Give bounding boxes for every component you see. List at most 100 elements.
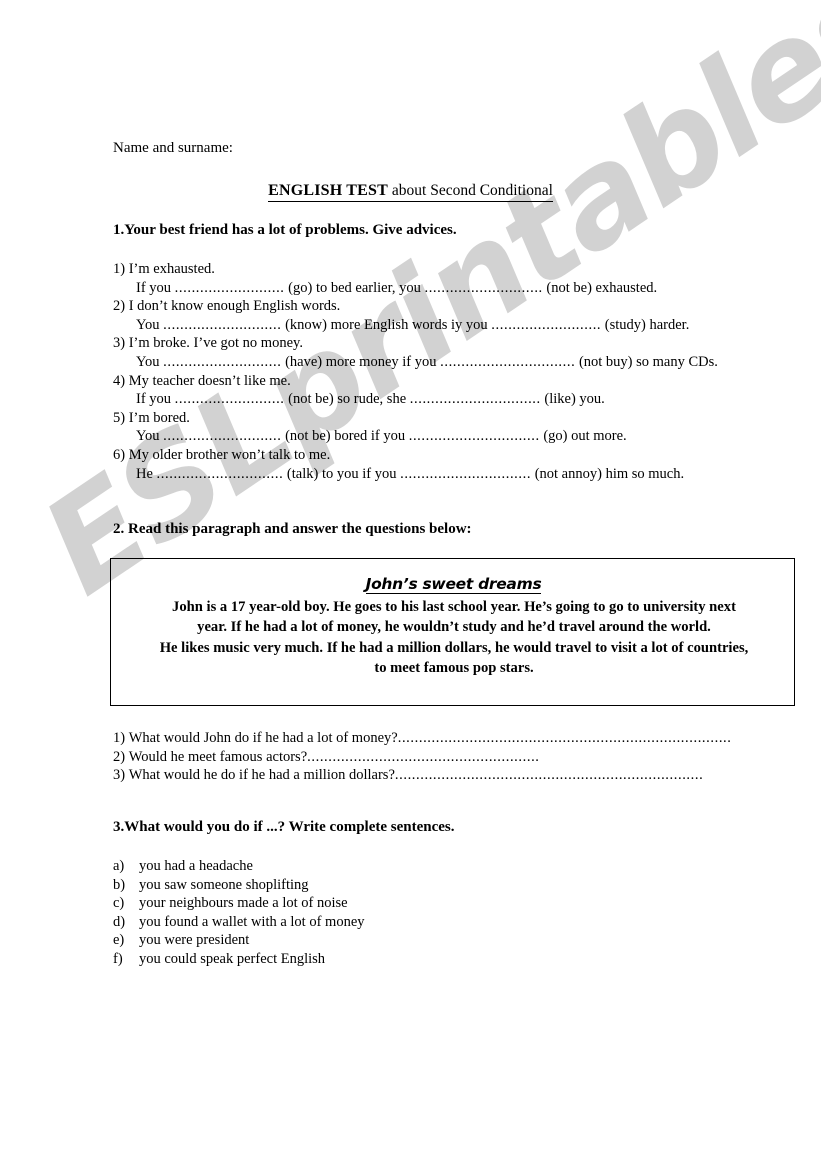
- exercise-1-answer-line[interactable]: You ............................ (have) …: [113, 353, 803, 372]
- exercise-3-list: a) you had a headache b) you saw someone sh…: [113, 857, 613, 969]
- exercise-3-item-text: you were president: [139, 932, 250, 949]
- answer-middle-text: (have) more money if you: [281, 353, 441, 370]
- answer-middle-text: (not be) so rude, she: [284, 391, 410, 408]
- worksheet-page: ESLprintables.com Name and surname: ENGL…: [0, 0, 821, 1169]
- answer-prefix-text: You: [136, 353, 164, 370]
- answer-suffix-text: (study) harder.: [601, 316, 690, 333]
- question-text: What would he do if he had a million dol…: [128, 767, 395, 784]
- exercise-1-item-number: 2): [113, 298, 129, 315]
- exercise-3-item: d) you found a wallet with a lot of money: [113, 913, 613, 932]
- question-number: 3): [113, 767, 129, 784]
- answer-blank-1: ..........................: [174, 391, 285, 408]
- answer-prefix-text: If you: [136, 279, 175, 296]
- paragraph-text: John is a 17 year-old boy. He goes to hi…: [172, 599, 736, 635]
- exercise-3-item: b) you saw someone shoplifting: [113, 876, 613, 895]
- paragraph-title: John’s sweet dreams: [111, 575, 796, 594]
- answer-suffix-text: (like) you.: [540, 391, 605, 408]
- page-title-underline: ENGLISH TEST about Second Conditional: [268, 182, 553, 202]
- answer-suffix-text: (not annoy) him so much.: [531, 465, 685, 482]
- answer-blank-1: ..............................: [156, 465, 284, 482]
- exercise-3-item: e) you were president: [113, 931, 613, 950]
- exercise-3-item-letter: c): [113, 895, 125, 912]
- exercise-1-problem-text: I’m broke. I’ve got no money.: [128, 335, 303, 352]
- document-content: Name and surname: ENGLISH TEST about Sec…: [0, 0, 821, 1169]
- answer-prefix-text: You: [136, 428, 164, 445]
- answer-blank-1: ............................: [163, 428, 282, 445]
- question-answer-blank: ........................................…: [307, 748, 540, 765]
- exercise-1-answer-line[interactable]: If you .......................... (not b…: [113, 390, 803, 409]
- answer-blank-2: ................................: [440, 353, 576, 370]
- exercise-1-problem: 5) I’m bored.: [113, 409, 803, 428]
- exercise-1-item-number: 5): [113, 409, 129, 426]
- name-and-surname-label: Name and surname:: [113, 140, 233, 156]
- answer-blank-2: ..........................: [491, 316, 602, 333]
- exercise-1-problem-text: I’m bored.: [128, 409, 190, 426]
- exercise-1-problem-text: I’m exhausted.: [128, 261, 215, 277]
- answer-prefix-text: You: [136, 316, 164, 333]
- exercise-1-problem: 3) I’m broke. I’ve got no money.: [113, 334, 803, 353]
- exercise-1-problem: 6) My older brother won’t talk to me.: [113, 446, 803, 465]
- answer-blank-2: ...............................: [400, 465, 532, 482]
- question-text: What would John do if he had a lot of mo…: [128, 730, 398, 746]
- answer-suffix-text: (not buy) so many CDs.: [575, 353, 718, 370]
- exercise-3-item: c) your neighbours made a lot of noise: [113, 894, 613, 913]
- answer-prefix-text: If you: [136, 391, 175, 408]
- page-title-light: about Second Conditional: [388, 182, 553, 199]
- exercise-3-item: f) you could speak perfect English: [113, 950, 613, 969]
- exercise-3-item-text: you saw someone shoplifting: [139, 876, 309, 893]
- exercise-3-item-letter: e): [113, 932, 125, 949]
- exercise-3-item-text: you had a headache: [139, 858, 253, 874]
- page-title-strong: ENGLISH TEST: [268, 182, 389, 199]
- exercise-2-question-row[interactable]: 3) What would he do if he had a million …: [113, 766, 803, 785]
- answer-prefix-text: He: [136, 465, 157, 482]
- exercise-1-answer-line[interactable]: If you .......................... (go) t…: [113, 279, 803, 298]
- exercise-2-question-list: 1) What would John do if he had a lot of…: [113, 729, 803, 785]
- exercise-3-item-letter: f): [113, 950, 123, 967]
- exercise-3-item: a) you had a headache: [113, 857, 613, 876]
- exercise-3-heading: 3.What would you do if ...? Write comple…: [113, 819, 455, 835]
- answer-suffix-text: (go) out more.: [539, 428, 627, 445]
- question-answer-blank: ........................................…: [394, 767, 704, 784]
- exercise-2-heading: 2. Read this paragraph and answer the qu…: [113, 521, 472, 537]
- exercise-1-item-number: 4): [113, 372, 129, 389]
- exercise-1-item-number: 1): [113, 261, 129, 277]
- answer-middle-text: (talk) to you if you: [283, 465, 401, 482]
- exercise-3-item-text: your neighbours made a lot of noise: [139, 895, 348, 912]
- exercise-1-answer-line[interactable]: You ............................ (not be…: [113, 427, 803, 446]
- answer-blank-2: ...............................: [408, 428, 540, 445]
- page-title: ENGLISH TEST about Second Conditional: [0, 182, 821, 202]
- exercise-1-problem: 2) I don’t know enough English words.: [113, 297, 803, 316]
- paragraph-text: He likes music very much. If he had a mi…: [159, 640, 749, 676]
- answer-middle-text: (go) to bed earlier, you: [284, 279, 425, 296]
- exercise-1-item-number: 6): [113, 446, 129, 463]
- exercise-1-problem-text: My teacher doesn’t like me.: [128, 372, 291, 389]
- paragraph-title-text: John’s sweet dreams: [365, 575, 542, 594]
- answer-suffix-text: (not be) exhausted.: [542, 279, 658, 296]
- exercise-1-problem-text: My older brother won’t talk to me.: [128, 446, 331, 463]
- exercise-1-item-number: 3): [113, 335, 129, 352]
- reading-paragraph-box: John’s sweet dreams John is a 17 year-ol…: [110, 558, 795, 706]
- answer-middle-text: (know) more English words iy you: [281, 316, 492, 333]
- exercise-1-list: 1) I’m exhausted. If you ................…: [113, 260, 803, 483]
- exercise-3-item-letter: a): [113, 858, 125, 874]
- question-number: 1): [113, 730, 129, 746]
- exercise-3-item-letter: d): [113, 913, 126, 930]
- answer-blank-1: ............................: [163, 353, 282, 370]
- answer-blank-2: ...............................: [409, 391, 541, 408]
- exercise-1-answer-line[interactable]: He .............................. (talk)…: [113, 465, 803, 484]
- question-answer-blank: ........................................…: [397, 730, 732, 746]
- exercise-3-item-text: you could speak perfect English: [139, 950, 326, 967]
- answer-blank-1: ..........................: [174, 279, 285, 296]
- exercise-2-question-row[interactable]: 1) What would John do if he had a lot of…: [113, 729, 803, 748]
- exercise-3-item-letter: b): [113, 876, 126, 893]
- exercise-1-problem-text: I don’t know enough English words.: [128, 298, 341, 315]
- question-text: Would he meet famous actors?: [128, 748, 308, 765]
- exercise-1-problem: 4) My teacher doesn’t like me.: [113, 372, 803, 391]
- paragraph-body: John is a 17 year-old boy. He goes to hi…: [159, 597, 749, 678]
- exercise-1-answer-line[interactable]: You ............................ (know) …: [113, 316, 803, 335]
- question-number: 2): [113, 748, 129, 765]
- exercise-2-question-row[interactable]: 2) Would he meet famous actors? ........…: [113, 748, 803, 767]
- answer-blank-1: ............................: [163, 316, 282, 333]
- exercise-1-problem: 1) I’m exhausted.: [113, 260, 803, 279]
- answer-middle-text: (not be) bored if you: [281, 428, 409, 445]
